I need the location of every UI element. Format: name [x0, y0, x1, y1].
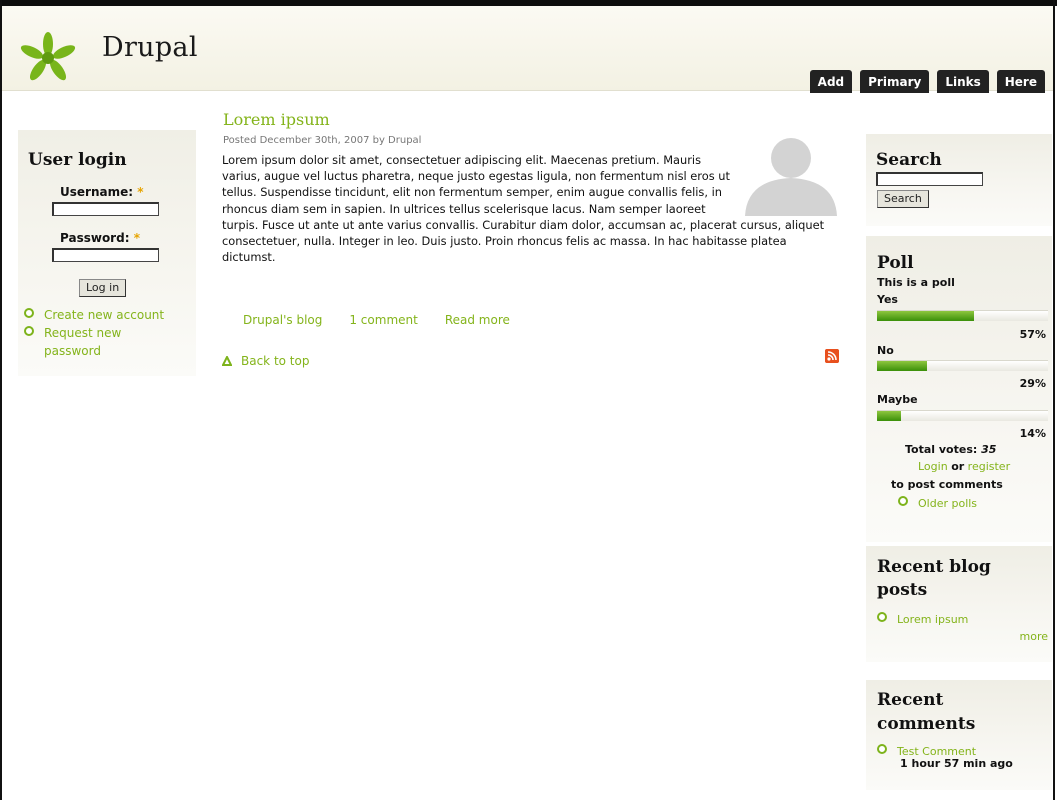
bullet-icon: [877, 612, 887, 622]
bullet-icon: [24, 308, 34, 318]
poll-login-line: Login or register: [918, 460, 1010, 473]
poll-bar-maybe: [877, 410, 1048, 421]
register-link[interactable]: register: [968, 460, 1010, 473]
poll-post-comments-text: to post comments: [891, 478, 1003, 491]
poll-bar-yes: [877, 310, 1048, 321]
recent-blog-title-line1: Recent blog: [877, 557, 991, 577]
post-meta: Posted December 30th, 2007 by Drupal: [223, 135, 422, 146]
bullet-icon: [898, 496, 908, 506]
back-to-top-text: Back to top: [241, 354, 310, 368]
user-login-links: Create new account Request new password: [24, 306, 196, 360]
recent-blog-more-link[interactable]: more: [1020, 630, 1049, 643]
post-links: Drupal's blog 1 comment Read more: [243, 313, 510, 327]
bullet-wrap: [24, 324, 44, 360]
primary-nav: Add Primary Links Here: [809, 70, 1045, 93]
poll-bar-fill: [877, 361, 927, 371]
required-marker: *: [133, 231, 140, 245]
list-item: Lorem ipsum: [877, 608, 968, 627]
password-label-text: Password:: [60, 231, 130, 245]
drupal-logo-icon[interactable]: [20, 32, 76, 82]
login-link[interactable]: Login: [918, 460, 948, 473]
poll-choice-maybe-label: Maybe: [877, 393, 918, 406]
recent-comments-block: Recent comments Test Comment 1 hour 57 m…: [866, 680, 1052, 790]
user-avatar-icon: [741, 136, 845, 216]
recent-blog-title: Recent blog posts: [877, 556, 991, 602]
login-button[interactable]: Log in: [79, 279, 127, 297]
site-header: Drupal Add Primary Links Here: [2, 6, 1053, 93]
poll-block: Poll This is a poll Yes 57% No 29% Maybe…: [866, 236, 1052, 542]
poll-title: Poll: [877, 253, 914, 273]
recent-comments-title-line1: Recent: [877, 690, 944, 710]
bullet-icon: [24, 326, 34, 336]
poll-total: Total votes: 35: [905, 443, 996, 456]
request-password-link[interactable]: Request new password: [44, 324, 134, 360]
user-login-block: User login Username: * Password: * Log i…: [18, 130, 196, 376]
nav-tab-primary[interactable]: Primary: [860, 70, 930, 93]
search-block: Search Search: [866, 134, 1052, 226]
user-login-title: User login: [28, 150, 127, 170]
nav-tab-links[interactable]: Links: [937, 70, 989, 93]
recent-comment-time: 1 hour 57 min ago: [900, 757, 1013, 770]
poll-bar-fill: [877, 411, 901, 421]
poll-bar-fill: [877, 311, 975, 321]
search-button[interactable]: Search: [877, 190, 929, 208]
username-label: Username: *: [60, 185, 144, 199]
poll-percent-no: 29%: [1019, 377, 1046, 390]
search-input[interactable]: [876, 172, 983, 186]
required-marker: *: [137, 185, 144, 199]
poll-percent-yes: 57%: [1019, 328, 1046, 341]
password-field[interactable]: [52, 248, 159, 262]
poll-question: This is a poll: [877, 276, 955, 289]
recent-blog-block: Recent blog posts Lorem ipsum more: [866, 546, 1052, 662]
search-title: Search: [876, 150, 942, 170]
list-item: Request new password: [24, 324, 196, 360]
poll-total-votes: 35: [981, 443, 997, 456]
poll-choice-yes-label: Yes: [877, 293, 898, 306]
back-to-top-link[interactable]: Back to top: [221, 354, 310, 368]
or-text: or: [951, 460, 965, 473]
password-label: Password: *: [60, 231, 140, 245]
post-title[interactable]: Lorem ipsum: [223, 110, 330, 129]
poll-choice-no-label: No: [877, 344, 894, 357]
recent-blog-link[interactable]: Lorem ipsum: [897, 613, 968, 626]
comments-link[interactable]: 1 comment: [349, 313, 417, 327]
nav-tab-add[interactable]: Add: [809, 70, 853, 93]
list-item: Create new account: [24, 306, 196, 324]
create-account-link[interactable]: Create new account: [44, 308, 164, 322]
site-name[interactable]: Drupal: [102, 32, 198, 63]
username-label-text: Username:: [60, 185, 134, 199]
username-field[interactable]: [52, 202, 159, 216]
poll-total-label: Total votes:: [905, 443, 978, 456]
poll-bar-no: [877, 360, 1048, 371]
arrow-up-icon: [221, 354, 233, 366]
read-more-link[interactable]: Read more: [445, 313, 510, 327]
bullet-icon: [877, 744, 887, 754]
older-polls-link[interactable]: Older polls: [918, 497, 977, 510]
recent-comments-title-line2: comments: [877, 714, 976, 734]
rss-feed-icon[interactable]: [825, 349, 839, 363]
recent-comments-title: Recent comments: [877, 688, 975, 736]
poll-percent-maybe: 14%: [1019, 427, 1046, 440]
nav-tab-here[interactable]: Here: [996, 70, 1045, 93]
recent-blog-title-line2: posts: [877, 580, 928, 600]
older-polls-item: Older polls: [898, 496, 977, 510]
blog-link[interactable]: Drupal's blog: [243, 313, 322, 327]
